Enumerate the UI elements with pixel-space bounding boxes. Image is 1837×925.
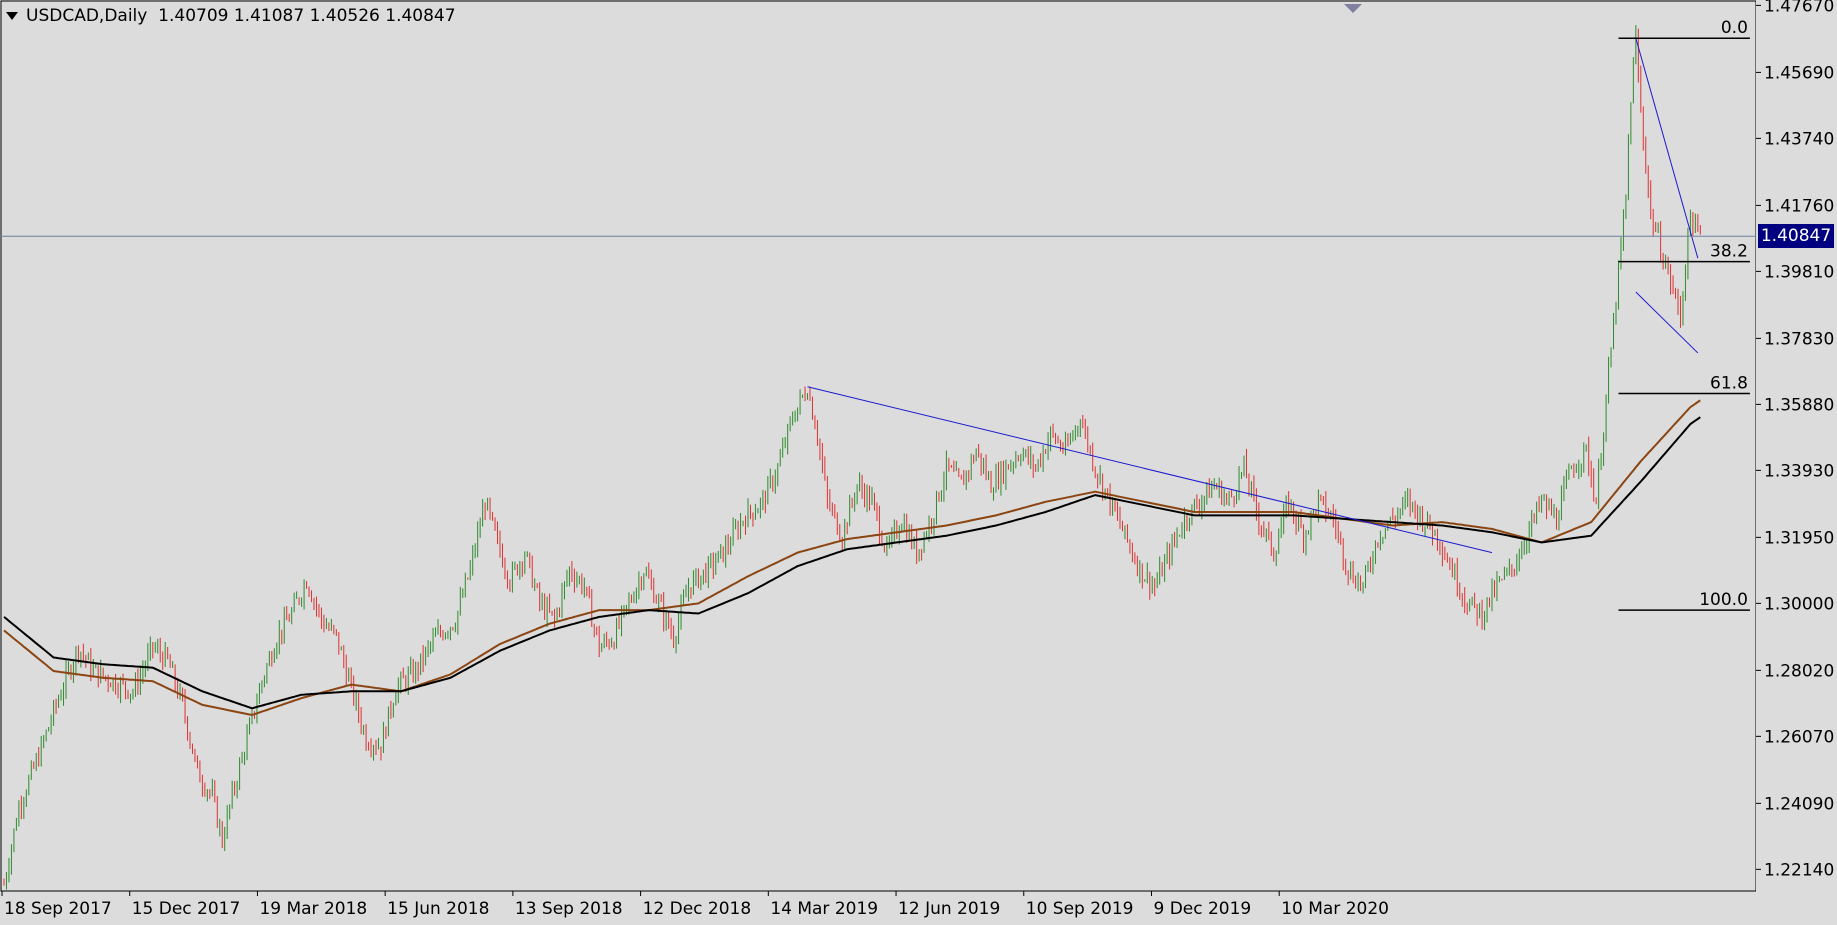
fib-level-label: 0.0 xyxy=(1721,18,1748,38)
y-tick-label: 1.45690 xyxy=(1764,63,1834,83)
x-axis-ticks: 18 Sep 2017 15 Dec 2017 19 Mar 2018 15 Jun … xyxy=(1,891,1389,919)
y-tick-label: 1.37830 xyxy=(1764,329,1834,349)
y-tick-label: 1.43740 xyxy=(1764,129,1834,149)
dropdown-triangle-icon[interactable] xyxy=(6,12,18,20)
price-chart[interactable]: 0.0 38.2 61.8 100.0 1.47670 1.45690 1.43740 1.… xyxy=(0,0,1837,925)
x-tick-label: 12 Jun 2019 xyxy=(898,899,1000,919)
ohlc-values: 1.40709 1.41087 1.40526 1.40847 xyxy=(158,6,456,26)
x-tick-label: 10 Mar 2020 xyxy=(1281,899,1389,919)
y-tick-label: 1.26070 xyxy=(1764,727,1834,747)
chart-header: USDCAD,Daily 1.40709 1.41087 1.40526 1.4… xyxy=(6,6,456,26)
y-tick-label: 1.41760 xyxy=(1764,196,1834,216)
fib-level-label: 100.0 xyxy=(1699,590,1748,610)
y-tick-label: 1.24090 xyxy=(1764,794,1834,814)
x-tick-label: 10 Sep 2019 xyxy=(1026,899,1134,919)
symbol-label: USDCAD,Daily xyxy=(26,6,148,26)
plot-area xyxy=(0,0,1757,892)
x-tick-label: 15 Jun 2018 xyxy=(387,899,489,919)
x-tick-label: 9 Dec 2019 xyxy=(1153,899,1251,919)
y-tick-label: 1.39810 xyxy=(1764,262,1834,282)
fib-level-label: 61.8 xyxy=(1710,374,1748,394)
x-tick-label: 18 Sep 2017 xyxy=(4,899,112,919)
x-tick-label: 12 Dec 2018 xyxy=(643,899,752,919)
y-tick-label: 1.47670 xyxy=(1764,0,1834,16)
current-price-badge: 1.40847 xyxy=(1758,224,1834,249)
y-tick-label: 1.30000 xyxy=(1764,594,1834,614)
y-tick-label: 1.31950 xyxy=(1764,528,1834,548)
x-tick-label: 13 Sep 2018 xyxy=(515,899,623,919)
fib-level-label: 38.2 xyxy=(1710,242,1748,262)
x-tick-label: 15 Dec 2017 xyxy=(132,899,241,919)
y-tick-label: 1.33930 xyxy=(1764,461,1834,481)
x-tick-label: 19 Mar 2018 xyxy=(259,899,367,919)
y-tick-label: 1.35880 xyxy=(1764,395,1834,415)
x-tick-label: 14 Mar 2019 xyxy=(770,899,878,919)
y-tick-label: 1.28020 xyxy=(1764,661,1834,681)
y-tick-label: 1.22140 xyxy=(1764,860,1834,880)
